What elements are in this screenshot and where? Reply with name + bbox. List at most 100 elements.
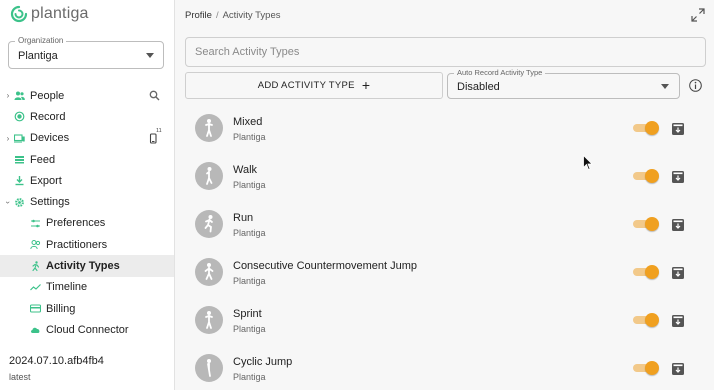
plus-icon: +	[361, 77, 371, 93]
sidebar-item-cloud-connector[interactable]: Cloud Connector	[0, 319, 174, 340]
timeline-icon	[30, 282, 41, 293]
standing-figure-icon	[195, 306, 223, 334]
activity-owner: Plantiga	[233, 180, 266, 190]
chevron-right-icon[interactable]: ›	[4, 91, 12, 100]
enabled-toggle[interactable]	[633, 121, 659, 135]
organization-value: Plantiga	[18, 50, 58, 62]
enabled-toggle[interactable]	[633, 265, 659, 279]
sidebar-item-people[interactable]: › People	[0, 85, 174, 106]
sidebar-item-preferences[interactable]: Preferences	[0, 213, 174, 234]
sidebar: plantiga Organization Plantiga › People …	[0, 0, 175, 390]
activity-name: Cyclic Jump	[233, 356, 293, 368]
search-input[interactable]	[186, 38, 705, 66]
archive-icon[interactable]	[672, 362, 684, 375]
toggle-thumb	[645, 217, 659, 231]
sidebar-item-timeline[interactable]: Timeline	[0, 277, 174, 298]
people-icon	[14, 90, 25, 101]
search-activity-types[interactable]	[185, 37, 706, 67]
chevron-down-icon[interactable]: ›	[4, 198, 13, 206]
sidebar-item-practitioners[interactable]: Practitioners	[0, 234, 174, 255]
mouse-cursor-icon	[583, 154, 593, 171]
activity-name: Mixed	[233, 116, 263, 128]
feed-icon	[14, 154, 25, 165]
activity-owner: Plantiga	[233, 132, 266, 142]
cloud-icon	[30, 324, 41, 335]
toggle-thumb	[645, 265, 659, 279]
breadcrumb-profile[interactable]: Profile	[185, 10, 212, 21]
enabled-toggle[interactable]	[633, 313, 659, 327]
version-build: 2024.07.10.afb4fb4	[9, 355, 104, 367]
info-icon[interactable]	[689, 79, 702, 92]
sidebar-item-activity-types[interactable]: Activity Types	[0, 255, 174, 277]
sidebar-nav: › People Record › Devices 11 Feed Export…	[0, 85, 174, 341]
activity-type-list: Mixed Plantiga Walk Plantiga Run Plantig…	[185, 106, 706, 390]
sidebar-item-label: People	[30, 89, 65, 102]
sidebar-item-export[interactable]: Export	[0, 170, 174, 191]
enabled-toggle[interactable]	[633, 169, 659, 183]
practitioners-icon	[30, 239, 41, 250]
chevron-right-icon[interactable]: ›	[4, 134, 12, 143]
running-figure-icon	[195, 210, 223, 238]
breadcrumb-current: Activity Types	[222, 10, 281, 21]
activity-name: Consecutive Countermovement Jump	[233, 260, 418, 272]
list-item[interactable]: Run Plantiga	[185, 202, 706, 250]
toggle-thumb	[645, 313, 659, 327]
sidebar-item-label: Practitioners	[46, 238, 108, 251]
archive-icon[interactable]	[672, 122, 684, 135]
devices-icon	[14, 133, 25, 144]
sidebar-item-devices[interactable]: › Devices 11	[0, 128, 174, 149]
record-icon	[14, 111, 25, 122]
main-content: Profile/Activity Types ADD ACTIVITY TYPE…	[175, 0, 714, 390]
standing-figure-icon	[195, 114, 223, 142]
walking-figure-icon	[195, 162, 223, 190]
auto-record-value: Disabled	[457, 81, 500, 93]
sidebar-item-label: Activity Types	[46, 260, 120, 273]
sidebar-item-settings[interactable]: › Settings	[0, 191, 174, 212]
sidebar-item-label: Timeline	[46, 281, 88, 294]
caret-down-icon	[146, 53, 154, 58]
auto-record-select[interactable]: Auto Record Activity Type Disabled	[447, 68, 680, 99]
add-activity-type-label: ADD ACTIVITY TYPE	[257, 80, 355, 91]
enabled-toggle[interactable]	[633, 361, 659, 375]
sidebar-item-label: Feed	[30, 153, 56, 166]
search-icon[interactable]	[149, 90, 160, 101]
add-activity-type-button[interactable]: ADD ACTIVITY TYPE +	[185, 72, 443, 99]
archive-icon[interactable]	[672, 170, 684, 183]
fullscreen-icon[interactable]	[691, 8, 705, 22]
activity-owner: Plantiga	[233, 276, 266, 286]
sidebar-item-label: Cloud Connector	[46, 323, 129, 336]
archive-icon[interactable]	[672, 266, 684, 279]
plantiga-logo-mark-icon	[10, 5, 28, 23]
sidebar-item-billing[interactable]: Billing	[0, 298, 174, 319]
phone-badge-icon[interactable]: 11	[149, 127, 162, 144]
list-item[interactable]: Mixed Plantiga	[185, 106, 706, 154]
archive-icon[interactable]	[672, 314, 684, 327]
sidebar-item-feed[interactable]: Feed	[0, 149, 174, 170]
sidebar-item-label: Preferences	[46, 217, 106, 230]
plantiga-logo[interactable]: plantiga	[10, 5, 89, 23]
activity-owner: Plantiga	[233, 228, 266, 238]
list-item[interactable]: Consecutive Countermovement Jump Plantig…	[185, 250, 706, 298]
enabled-toggle[interactable]	[633, 217, 659, 231]
caret-down-icon	[661, 84, 669, 89]
sidebar-item-record[interactable]: Record	[0, 106, 174, 127]
organization-select[interactable]: Organization Plantiga	[8, 36, 164, 69]
auto-record-label: Auto Record Activity Type	[454, 68, 546, 77]
sidebar-item-label: Settings	[30, 196, 70, 209]
breadcrumb: Profile / Activity Types	[185, 10, 280, 21]
toggle-thumb	[645, 169, 659, 183]
activity-name: Sprint	[233, 308, 262, 320]
activity-name: Walk	[233, 164, 258, 176]
archive-icon[interactable]	[672, 218, 684, 231]
brand-name: plantiga	[31, 5, 89, 22]
version-channel: latest	[9, 372, 31, 382]
gear-icon	[14, 197, 25, 208]
activity-owner: Plantiga	[233, 372, 266, 382]
toggle-thumb	[645, 121, 659, 135]
organization-label: Organization	[15, 36, 67, 45]
list-item[interactable]: Cyclic Jump Plantiga	[185, 346, 706, 390]
device-count-badge: 11	[156, 127, 162, 134]
list-item[interactable]: Walk Plantiga	[185, 154, 706, 202]
sidebar-item-label: Record	[30, 110, 66, 123]
list-item[interactable]: Sprint Plantiga	[185, 298, 706, 346]
